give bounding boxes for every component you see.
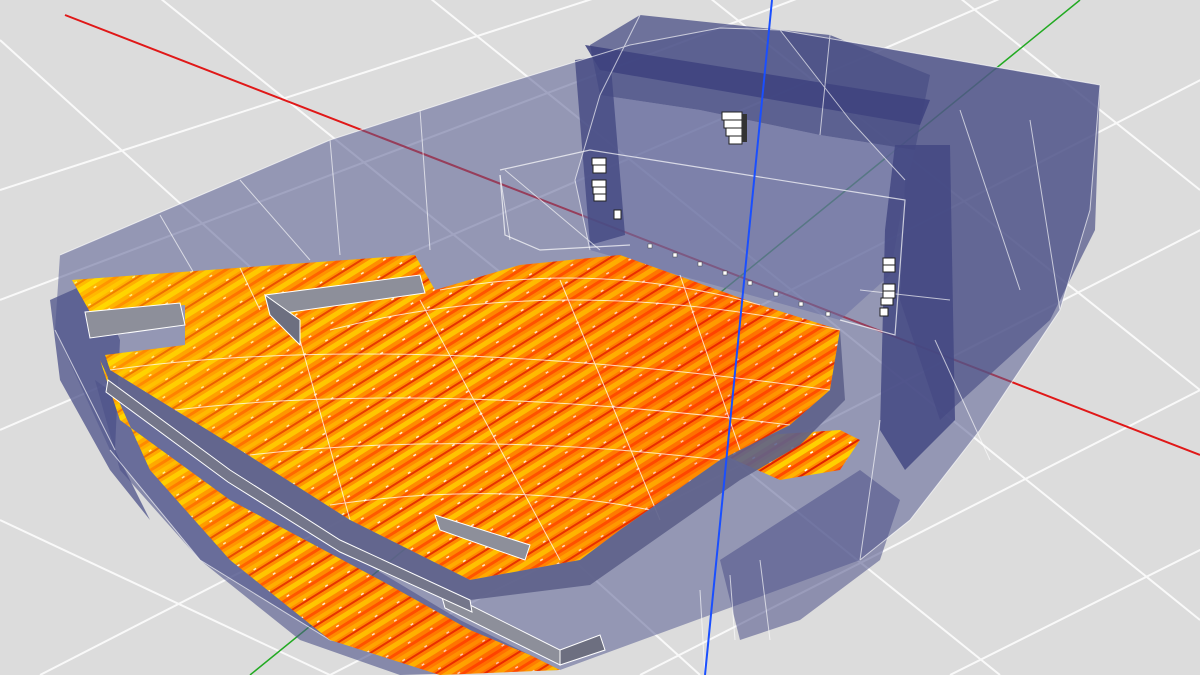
3d-viewport[interactable]	[0, 0, 1200, 675]
venue-scene	[0, 0, 1200, 675]
